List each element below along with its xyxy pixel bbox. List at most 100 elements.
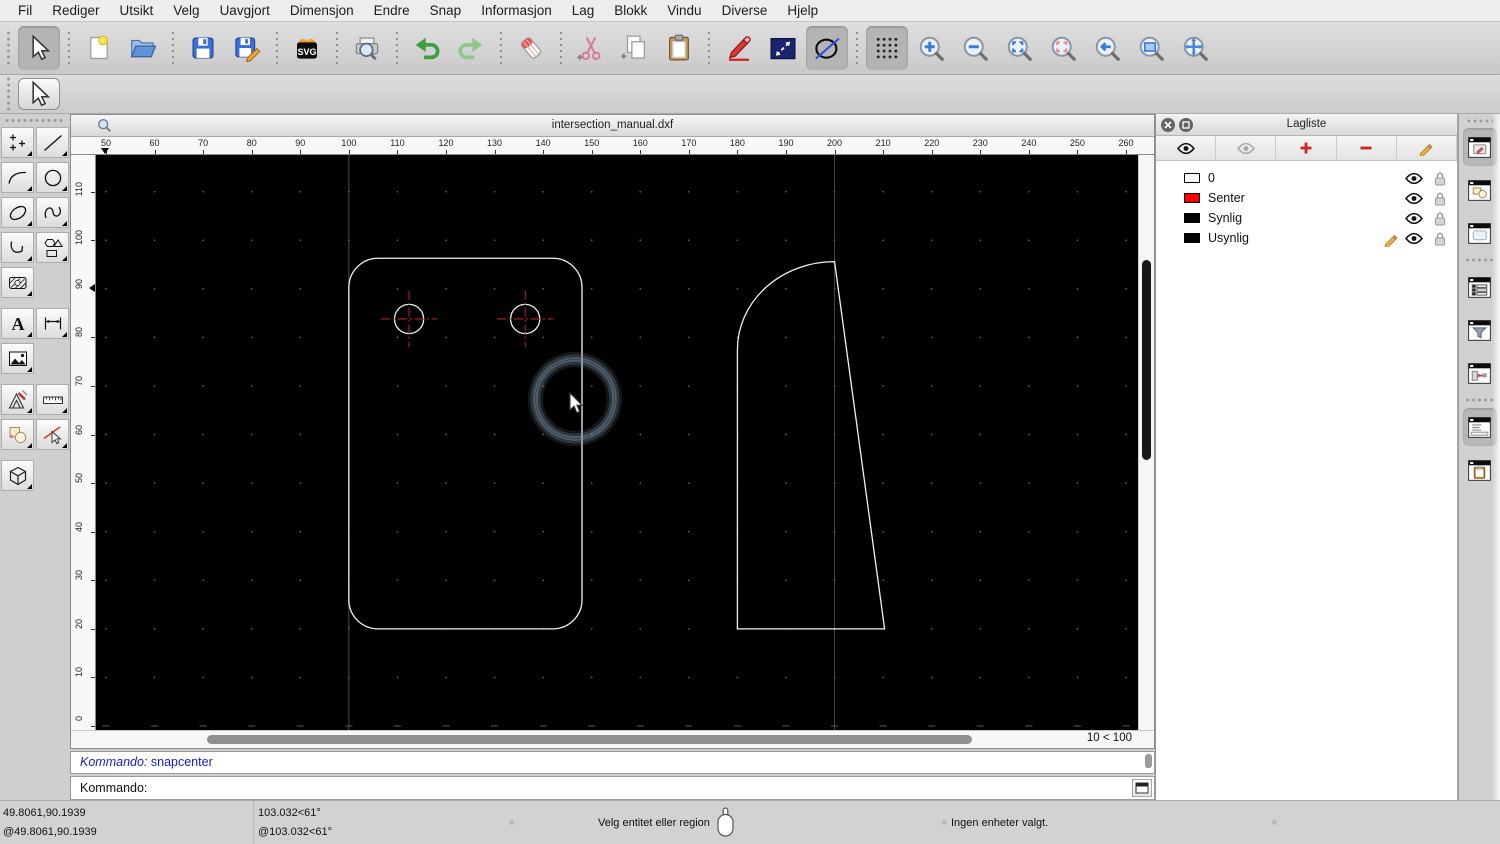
cad-canvas[interactable] [96,155,1138,730]
edit-layer-button[interactable] [1396,136,1458,160]
command-window-toggle-button[interactable] [1132,779,1152,797]
menu-item-utsikt[interactable]: Utsikt [110,0,164,21]
menu-item-velg[interactable]: Velg [163,0,209,21]
draw-line-button[interactable] [36,127,69,158]
undo-button[interactable] [406,26,448,70]
entity-rounded-rect[interactable] [348,257,583,630]
grid-dot [445,676,447,679]
draw-ellipse-button[interactable] [1,197,34,228]
layer-visibility-eye-icon[interactable] [1405,192,1423,208]
draw-solid-button[interactable] [1,460,34,491]
toolbar-drag-handle[interactable] [6,76,11,112]
menu-item-dimensjon[interactable]: Dimensjon [280,0,364,21]
save-as-button[interactable] [226,26,268,70]
palette-drag-handle[interactable] [4,118,64,123]
dock-entity-list-button[interactable] [1463,268,1497,306]
menu-item-rediger[interactable]: Rediger [42,0,109,21]
dock-command-button[interactable] [1462,408,1497,446]
close-icon[interactable] [1161,118,1175,132]
menu-item-fil[interactable]: Fil [8,0,42,21]
grid-dot [590,530,593,533]
menu-item-endre[interactable]: Endre [364,0,420,21]
svg-export-button[interactable]: SVG [286,26,328,70]
drawing-window-titlebar[interactable]: intersection_manual.dxf [71,115,1154,137]
dock-filter-button[interactable] [1463,311,1497,349]
layer-visibility-eye-icon[interactable] [1405,212,1423,228]
select-arrow-button[interactable] [18,78,60,110]
zoom-in-button[interactable] [910,26,952,70]
vertical-scrollbar-thumb[interactable] [1142,260,1151,460]
horizontal-scrollbar[interactable]: 10 < 100 [71,730,1154,748]
menu-item-hjelp[interactable]: Hjelp [777,0,828,21]
measure-tools-button[interactable] [36,384,69,415]
layer-visibility-eye-icon[interactable] [1405,232,1423,248]
horizontal-scrollbar-thumb[interactable] [207,735,972,744]
menu-item-snap[interactable]: Snap [420,0,472,21]
erase-button[interactable] [510,26,552,70]
pen-attributes-button[interactable] [718,26,760,70]
modify-tools-button[interactable] [1,384,34,415]
toggle-all-layers-visible-button[interactable] [1156,136,1217,160]
line-attributes-button[interactable] [762,26,804,70]
zoom-window-button[interactable] [1130,26,1172,70]
float-panel-icon[interactable] [1179,118,1193,132]
layer-row-usynlig[interactable]: Usynlig [1156,228,1457,248]
open-file-button[interactable] [122,26,164,70]
draw-polygon-button[interactable] [36,232,69,263]
select-arrow-button[interactable] [18,26,60,70]
dock-clipboard-button[interactable] [1463,451,1497,489]
insert-image-button[interactable] [1,343,34,374]
zoom-pan-button[interactable] [1174,26,1216,70]
layer-visibility-eye-icon[interactable] [1405,172,1423,188]
new-document-button[interactable] [78,26,120,70]
draw-dimension-button[interactable] [36,308,69,339]
paste-button[interactable] [658,26,700,70]
grid-toggle-button[interactable] [866,26,908,70]
zoom-out-button[interactable] [954,26,996,70]
select-tools-button[interactable] [36,419,69,450]
toolbar-drag-handle[interactable] [6,30,11,66]
command-history-scrollbar-thumb[interactable] [1145,754,1152,768]
zoom-previous-button[interactable] [1042,26,1084,70]
remove-layer-button[interactable] [1336,136,1397,160]
add-layer-button[interactable] [1276,136,1337,160]
dock-inspector-button[interactable] [1463,354,1497,392]
dock-blocks-button[interactable] [1463,171,1497,209]
entity-profile-shape[interactable] [736,261,886,630]
layer-row-0[interactable]: 0 [1156,168,1457,188]
zoom-auto-button[interactable] [998,26,1040,70]
dock-strip-handle[interactable] [1466,119,1493,123]
command-input[interactable]: Kommando: [70,776,1155,800]
zoom-back-button[interactable] [1086,26,1128,70]
menu-item-lag[interactable]: Lag [562,0,605,21]
dock-library-button[interactable] [1463,214,1497,252]
menu-item-blokk[interactable]: Blokk [604,0,657,21]
vertical-scrollbar[interactable] [1138,155,1154,730]
menu-item-vindu[interactable]: Vindu [657,0,711,21]
draw-hatch-button[interactable] [1,267,34,298]
save-button[interactable] [182,26,224,70]
ellipse-draft-button[interactable] [806,26,848,70]
copy-button[interactable] [614,26,656,70]
vruler-label: 110 [74,181,84,197]
layer-row-synlig[interactable]: Synlig [1156,208,1457,228]
toggle-all-layers-hidden-button[interactable] [1216,136,1277,160]
redo-button[interactable] [450,26,492,70]
menu-item-informasjon[interactable]: Informasjon [471,0,562,21]
draw-arc-button[interactable] [1,162,34,193]
draw-polyline-button[interactable] [1,232,34,263]
menu-item-uavgjort[interactable]: Uavgjort [210,0,280,21]
draw-spline-button[interactable] [36,197,69,228]
block-tools-button[interactable] [1,419,34,450]
layer-lock-icon[interactable] [1433,231,1447,250]
draw-text-button[interactable]: A [1,308,34,339]
print-preview-button[interactable] [346,26,388,70]
menu-item-diverse[interactable]: Diverse [712,0,778,21]
hruler-label: 200 [827,138,843,148]
layer-row-senter[interactable]: Senter [1156,188,1457,208]
draw-polygon-icon [43,238,63,257]
dock-layers-button[interactable] [1462,128,1497,166]
draw-point-button[interactable] [1,127,34,158]
draw-circle-button[interactable] [36,162,69,193]
cut-button[interactable] [570,26,612,70]
